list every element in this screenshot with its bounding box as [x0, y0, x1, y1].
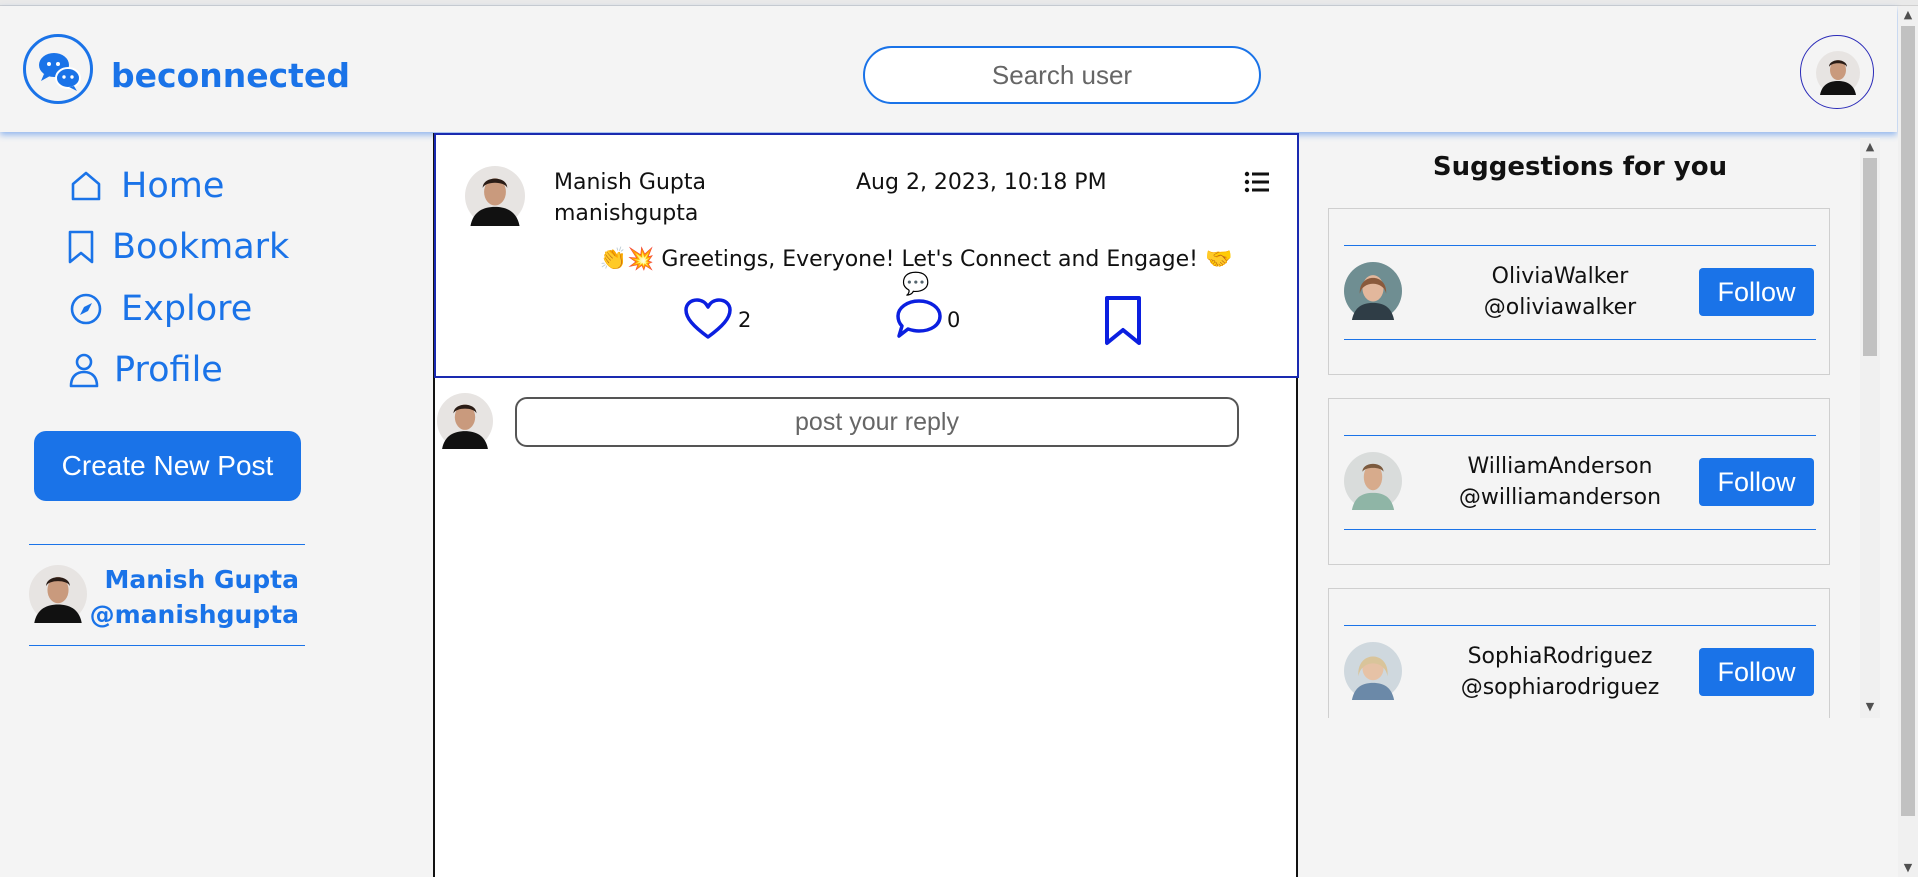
- heart-icon[interactable]: [683, 297, 733, 341]
- scroll-up-arrow-icon[interactable]: ▲: [1898, 8, 1918, 21]
- current-user-name: Manish Gupta: [104, 565, 299, 594]
- nav-profile-label: Profile: [114, 350, 223, 390]
- follow-button[interactable]: Follow: [1699, 648, 1814, 696]
- top-header: beconnected Search user: [0, 6, 1897, 132]
- suggestion-card: WilliamAnderson @williamanderson Follow: [1328, 398, 1830, 565]
- suggestion-name: WilliamAnderson: [1467, 454, 1653, 479]
- post-author-name[interactable]: Manish Gupta: [554, 170, 706, 195]
- scroll-up-arrow-icon[interactable]: ▲: [1860, 140, 1880, 153]
- post-card: Manish Gupta manishgupta Aug 2, 2023, 10…: [434, 133, 1299, 378]
- suggestion-handle: @sophiarodriguez: [1460, 675, 1660, 700]
- suggestions-scrollbar[interactable]: ▲ ▼: [1860, 138, 1880, 718]
- home-icon: [71, 171, 101, 201]
- nav-home[interactable]: Home: [69, 166, 224, 206]
- avatar[interactable]: [465, 166, 525, 226]
- scrollbar-thumb[interactable]: [1863, 158, 1877, 356]
- user-icon: [69, 353, 99, 388]
- avatar[interactable]: [1344, 262, 1402, 320]
- suggestions-list[interactable]: OliviaWalker @oliviawalker Follow Willia…: [1301, 138, 1860, 718]
- post-timestamp: Aug 2, 2023, 10:18 PM: [856, 170, 1107, 195]
- post-content: 👏💥 Greetings, Everyone! Let's Connect an…: [599, 247, 1233, 297]
- suggestion-name: OliviaWalker: [1491, 264, 1629, 289]
- comment-count: 0: [947, 308, 961, 332]
- current-user-handle: @manishgupta: [89, 600, 299, 629]
- brand-name[interactable]: beconnected: [111, 56, 350, 95]
- nav-bookmark[interactable]: Bookmark: [66, 227, 289, 267]
- nav-bookmark-label: Bookmark: [112, 227, 290, 267]
- suggestion-handle: @oliviawalker: [1483, 295, 1637, 320]
- chat-logo-icon[interactable]: [23, 34, 93, 104]
- suggestion-handle: @williamanderson: [1458, 485, 1662, 510]
- comment-icon[interactable]: [894, 297, 944, 341]
- suggestion-card: OliviaWalker @oliviawalker Follow: [1328, 208, 1830, 375]
- scrollbar-thumb[interactable]: [1901, 26, 1915, 816]
- search-user-input[interactable]: Search user: [863, 46, 1261, 104]
- list-menu-icon[interactable]: [1244, 171, 1270, 193]
- like-count: 2: [738, 308, 752, 332]
- post-author-handle: manishgupta: [554, 201, 699, 226]
- nav-profile[interactable]: Profile: [68, 350, 223, 390]
- scroll-down-arrow-icon[interactable]: ▼: [1898, 861, 1918, 874]
- follow-button[interactable]: Follow: [1699, 458, 1814, 506]
- nav-explore[interactable]: Explore: [69, 289, 252, 329]
- page-scrollbar[interactable]: ▲ ▼: [1898, 6, 1918, 877]
- reply-input[interactable]: post your reply: [515, 397, 1239, 447]
- compass-icon: [70, 293, 102, 325]
- scroll-down-arrow-icon[interactable]: ▼: [1860, 700, 1880, 713]
- nav-home-label: Home: [121, 166, 225, 206]
- create-new-post-button[interactable]: Create New Post: [34, 431, 301, 501]
- follow-button[interactable]: Follow: [1699, 268, 1814, 316]
- avatar[interactable]: [1344, 642, 1402, 700]
- avatar: [437, 393, 493, 449]
- current-user-card[interactable]: Manish Gupta @manishgupta: [29, 544, 305, 646]
- suggestion-name: SophiaRodriguez: [1467, 644, 1653, 669]
- bookmark-icon: [68, 230, 94, 264]
- avatar[interactable]: [1344, 452, 1402, 510]
- suggestion-card: SophiaRodriguez @sophiarodriguez Follow: [1328, 588, 1830, 718]
- nav-explore-label: Explore: [121, 289, 253, 329]
- avatar: [29, 565, 87, 623]
- avatar: [1816, 51, 1860, 95]
- profile-avatar-button[interactable]: [1800, 35, 1874, 109]
- bookmark-icon[interactable]: [1102, 295, 1144, 347]
